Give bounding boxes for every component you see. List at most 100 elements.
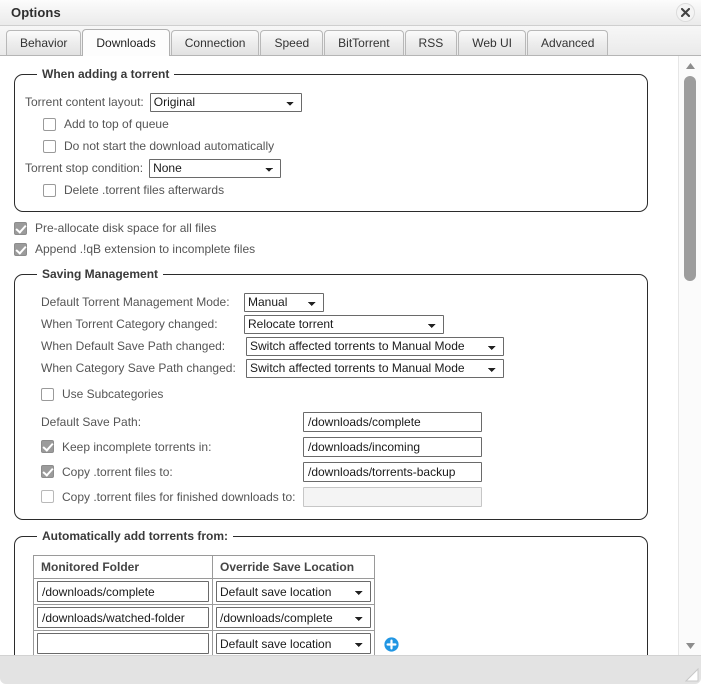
table-row: Default save location/downloads/complete… <box>34 579 375 605</box>
column-header-override-save-location: Override Save Location <box>213 556 375 579</box>
tab-behavior[interactable]: Behavior <box>6 30 81 55</box>
auto-add-torrents-section: Automatically add torrents from: Monitor… <box>14 529 648 655</box>
tab-label: Downloads <box>96 36 155 50</box>
tab-rss[interactable]: RSS <box>405 30 458 55</box>
category-save-path-changed-select[interactable]: Relocate affected torrentsSwitch affecte… <box>246 359 504 378</box>
delete-torrent-files-row: Delete .torrent files afterwards <box>43 179 637 201</box>
default-save-path-input[interactable] <box>303 412 482 432</box>
torrent-stop-condition-row: Torrent stop condition: NoneMetadata rec… <box>25 157 637 179</box>
default-save-path-changed-select[interactable]: Relocate affected torrentsSwitch affecte… <box>246 337 504 356</box>
resize-grip[interactable] <box>685 668 699 682</box>
monitored-folder-cell <box>34 631 213 656</box>
do-not-start-row: Do not start the download automatically <box>43 135 637 157</box>
table-header-row: Monitored Folder Override Save Location <box>34 556 375 579</box>
tab-label: Advanced <box>541 36 594 50</box>
do-not-start-checkbox[interactable] <box>43 140 56 153</box>
copy-finished-row: Copy .torrent files for finished downloa… <box>41 484 637 509</box>
tab-connection[interactable]: Connection <box>171 30 260 55</box>
default-save-path-changed-label: When Default Save Path changed: <box>41 339 244 353</box>
when-adding-legend: When adding a torrent <box>37 67 174 81</box>
use-subcategories-checkbox[interactable] <box>41 388 54 401</box>
copy-torrent-files-row: Copy .torrent files to: <box>41 459 637 484</box>
tab-label: Behavior <box>20 36 67 50</box>
table-row: Default save location/downloads/complete… <box>34 605 375 631</box>
saving-management-section: Saving Management Default Torrent Manage… <box>14 267 648 520</box>
monitored-folder-input[interactable] <box>37 607 209 628</box>
default-tmm-select[interactable]: ManualAutomatic <box>244 293 324 312</box>
keep-incomplete-label-group: Keep incomplete torrents in: <box>41 440 303 454</box>
scroll-up-arrow-icon <box>685 59 696 73</box>
vertical-scrollbar[interactable] <box>678 56 701 655</box>
monitored-folder-cell <box>34 605 213 631</box>
dialog-footer <box>0 655 701 684</box>
torrent-stop-condition-select[interactable]: NoneMetadata receivedFiles checked <box>149 159 281 178</box>
category-save-path-changed-row: When Category Save Path changed: Relocat… <box>41 357 637 379</box>
scroll-down-arrow-icon <box>685 639 696 653</box>
keep-incomplete-checkbox[interactable] <box>41 440 54 453</box>
scrollbar-up-button[interactable] <box>679 58 701 73</box>
table-row: Default save location/downloads/complete… <box>34 631 375 656</box>
copy-torrent-files-input[interactable] <box>303 462 482 482</box>
copy-finished-label-group: Copy .torrent files for finished downloa… <box>41 490 303 504</box>
torrent-content-layout-label: Torrent content layout: <box>25 95 144 109</box>
page-title: Options <box>11 5 61 20</box>
override-save-location-cell: Default save location/downloads/complete… <box>213 579 375 605</box>
do-not-start-label: Do not start the download automatically <box>64 139 274 153</box>
torrent-stop-condition-label: Torrent stop condition: <box>25 161 143 175</box>
use-subcategories-row: Use Subcategories <box>41 383 637 405</box>
preallocate-disk-space-checkbox[interactable] <box>14 222 27 235</box>
add-watched-folder-button[interactable] <box>384 638 399 653</box>
tab-advanced[interactable]: Advanced <box>527 30 608 55</box>
category-changed-select[interactable]: Relocate torrentSwitch torrent to Manual… <box>244 315 444 334</box>
add-to-top-of-queue-label: Add to top of queue <box>64 117 169 131</box>
options-dialog: Options Behavior Downloads Connection Sp… <box>0 0 701 684</box>
append-qb-extension-row: Append .!qB extension to incomplete file… <box>14 240 678 258</box>
keep-incomplete-input[interactable] <box>303 437 482 457</box>
watched-folders-table: Monitored Folder Override Save Location <box>33 555 375 655</box>
copy-finished-label: Copy .torrent files for finished downloa… <box>62 490 295 504</box>
tab-bar: Behavior Downloads Connection Speed BitT… <box>0 26 701 56</box>
override-save-location-select[interactable]: Default save location/downloads/complete… <box>216 607 371 628</box>
torrent-content-layout-select[interactable]: OriginalCreate subfolderDon't create sub… <box>150 93 302 112</box>
downloads-settings-panel: When adding a torrent Torrent content la… <box>0 56 678 655</box>
override-save-location-select[interactable]: Default save location/downloads/complete… <box>216 581 371 602</box>
override-save-location-cell: Default save location/downloads/complete… <box>213 631 375 656</box>
plus-circle-icon <box>384 637 399 655</box>
override-save-location-select[interactable]: Default save location/downloads/complete… <box>216 633 371 654</box>
override-save-location-cell: Default save location/downloads/complete… <box>213 605 375 631</box>
auto-add-legend: Automatically add torrents from: <box>37 529 233 543</box>
category-save-path-changed-label: When Category Save Path changed: <box>41 361 244 375</box>
preallocate-disk-space-row: Pre-allocate disk space for all files <box>14 219 678 237</box>
when-adding-a-torrent-section: When adding a torrent Torrent content la… <box>14 67 648 212</box>
watched-folders-wrapper: Monitored Folder Override Save Location <box>25 551 637 655</box>
copy-torrent-files-checkbox[interactable] <box>41 465 54 478</box>
monitored-folder-input[interactable] <box>37 633 209 654</box>
tab-speed[interactable]: Speed <box>260 30 323 55</box>
add-to-top-of-queue-checkbox[interactable] <box>43 118 56 131</box>
copy-finished-checkbox[interactable] <box>41 490 54 503</box>
close-icon <box>681 8 690 17</box>
default-save-path-label: Default Save Path: <box>41 415 303 429</box>
scrollbar-thumb[interactable] <box>684 76 696 281</box>
default-tmm-label: Default Torrent Management Mode: <box>41 295 244 309</box>
copy-finished-input[interactable] <box>303 487 482 507</box>
keep-incomplete-label: Keep incomplete torrents in: <box>62 440 211 454</box>
saving-management-legend: Saving Management <box>37 267 163 281</box>
tab-downloads[interactable]: Downloads <box>82 29 169 56</box>
use-subcategories-label: Use Subcategories <box>62 387 163 401</box>
title-bar: Options <box>0 0 701 26</box>
monitored-folder-cell <box>34 579 213 605</box>
default-save-path-row: Default Save Path: <box>41 409 637 434</box>
default-tmm-row: Default Torrent Management Mode: ManualA… <box>41 291 637 313</box>
torrent-content-layout-row: Torrent content layout: OriginalCreate s… <box>25 91 637 113</box>
tab-bittorrent[interactable]: BitTorrent <box>324 30 403 55</box>
settings-scroll-area: When adding a torrent Torrent content la… <box>0 56 701 655</box>
monitored-folder-input[interactable] <box>37 581 209 602</box>
tab-label: Connection <box>185 36 246 50</box>
delete-torrent-files-checkbox[interactable] <box>43 184 56 197</box>
scrollbar-down-button[interactable] <box>679 638 701 653</box>
tab-webui[interactable]: Web UI <box>458 30 526 55</box>
category-changed-row: When Torrent Category changed: Relocate … <box>41 313 637 335</box>
append-qb-extension-checkbox[interactable] <box>14 243 27 256</box>
close-button[interactable] <box>676 3 695 22</box>
